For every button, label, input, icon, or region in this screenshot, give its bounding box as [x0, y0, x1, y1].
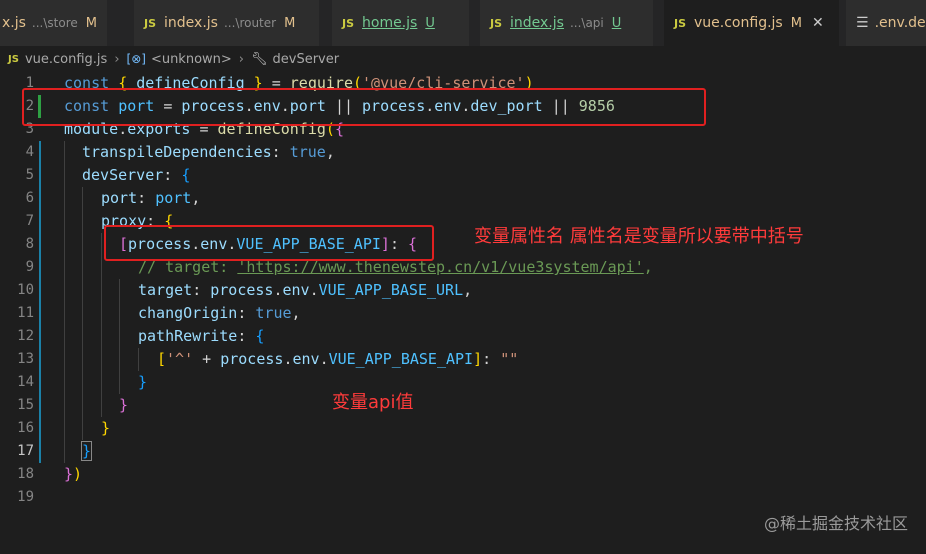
line-number: 5: [25, 167, 34, 183]
close-icon[interactable]: ✕: [812, 15, 824, 31]
tab-label: x.js: [2, 15, 26, 31]
code-line-12: pathRewrite: {: [138, 327, 265, 345]
code-line-4: transpileDependencies: true,: [82, 143, 335, 161]
highlight-box-port-line: [22, 88, 706, 126]
tab-label: index.js: [510, 15, 564, 31]
line-number-current: 17: [17, 443, 34, 459]
js-file-icon: JS: [674, 16, 687, 30]
chevron-right-icon: ›: [238, 51, 244, 67]
line-number: 13: [17, 351, 34, 367]
code-line-14: }: [138, 373, 148, 391]
breadcrumb: JS vue.config.js › [⊗] <unknown> › 🔧︎ de…: [0, 46, 926, 72]
line-number: 12: [17, 328, 34, 344]
tab-home[interactable]: JS home.js U: [332, 0, 470, 46]
line-number: 11: [17, 305, 34, 321]
tab-path: ...\api: [569, 16, 604, 30]
tab-store-file[interactable]: x.js ...\store M: [0, 0, 108, 46]
chevron-right-icon: ›: [114, 51, 120, 67]
tab-router-index[interactable]: JS index.js ...\router M: [134, 0, 320, 46]
wrench-icon: 🔧︎: [251, 51, 268, 67]
line-number: 18: [17, 466, 34, 482]
tab-vue-config[interactable]: JS vue.config.js M ✕: [664, 0, 840, 46]
line-number: 19: [17, 489, 34, 505]
highlight-box-computed-key: [104, 225, 434, 261]
tab-path: ...\router: [223, 16, 277, 30]
code-line-18: }): [64, 465, 83, 483]
line-number: 7: [25, 213, 34, 229]
modified-badge: M: [284, 15, 296, 31]
code-editor[interactable]: 1 2 3 4 5 6 7 8 9 10 11 12 13 14 15 16 1…: [0, 72, 926, 554]
tab-label: index.js: [164, 15, 218, 31]
line-number: 15: [17, 397, 34, 413]
line-number: 16: [17, 420, 34, 436]
tab-label: home.js: [362, 15, 418, 31]
breadcrumb-property[interactable]: devServer: [273, 52, 340, 67]
line-number: 4: [25, 144, 34, 160]
annotation-variable-key: 变量属性名 属性名是变量所以要带中括号: [474, 226, 804, 247]
js-file-icon: JS: [8, 53, 19, 65]
tab-label: .env.dev: [874, 15, 926, 31]
untracked-badge: U: [425, 15, 435, 31]
code-line-10: target: process.env.VUE_APP_BASE_URL,: [138, 281, 473, 299]
modified-badge: M: [85, 15, 97, 31]
code-line-11: changOrigin: true,: [138, 304, 301, 322]
js-file-icon: JS: [490, 16, 503, 30]
modified-badge: M: [790, 15, 802, 31]
line-number: 9: [25, 259, 34, 275]
code-line-17: }: [80, 441, 93, 461]
annotation-api-value: 变量api值: [332, 392, 414, 413]
tab-bar: x.js ...\store M JS index.js ...\router …: [0, 0, 926, 46]
code-line-6: port: port,: [101, 189, 201, 207]
js-file-icon: JS: [342, 16, 355, 30]
text-file-icon: ☰: [856, 15, 869, 31]
breadcrumb-file[interactable]: vue.config.js: [25, 52, 107, 67]
breadcrumb-symbol[interactable]: <unknown>: [151, 52, 232, 67]
js-file-icon: JS: [144, 16, 157, 30]
code-line-15: }: [119, 396, 129, 414]
tab-label: vue.config.js: [694, 15, 783, 31]
tab-env-dev[interactable]: ☰ .env.dev: [846, 0, 926, 46]
code-line-13: ['^' + process.env.VUE_APP_BASE_API]: "": [157, 350, 519, 368]
line-number: 10: [17, 282, 34, 298]
code-line-5: devServer: {: [82, 166, 191, 184]
code-line-16: }: [101, 419, 111, 437]
line-number: 8: [25, 236, 34, 252]
tab-api-index[interactable]: JS index.js ...\api U: [480, 0, 654, 46]
object-symbol-icon: [⊗]: [126, 52, 146, 66]
watermark: @稀土掘金技术社区: [763, 514, 908, 533]
untracked-badge: U: [611, 15, 622, 31]
tab-path: ...\store: [31, 16, 78, 30]
line-number: 6: [25, 190, 34, 206]
line-number: 14: [17, 374, 34, 390]
